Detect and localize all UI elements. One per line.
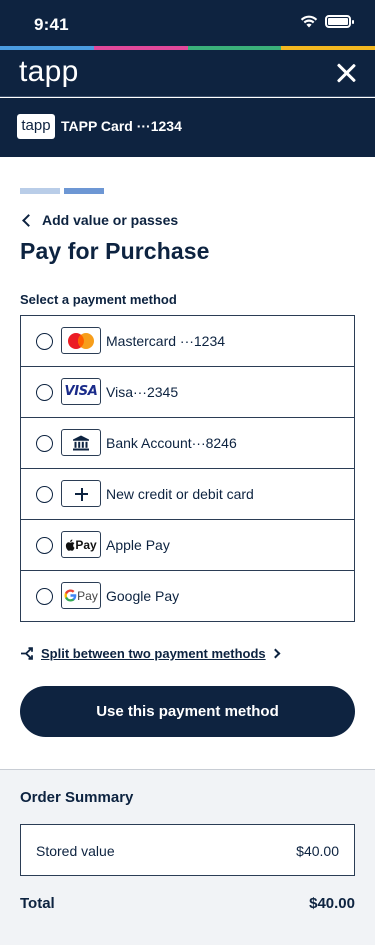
payment-method-label: Apple Pay xyxy=(106,537,170,553)
mastercard-icon xyxy=(61,327,101,354)
payment-method-new-card[interactable]: New credit or debit card xyxy=(21,469,354,520)
google-pay-icon: Pay xyxy=(61,582,101,609)
payment-method-list: Mastercard ···1234 VISA Visa···2345 Bank… xyxy=(20,315,355,622)
radio-button[interactable] xyxy=(36,588,53,605)
google-pay-text: Pay xyxy=(77,588,98,603)
radio-button[interactable] xyxy=(36,486,53,503)
payment-method-apple-pay[interactable]: Pay Apple Pay xyxy=(21,520,354,571)
total-amount: $40.00 xyxy=(309,895,355,912)
battery-icon xyxy=(325,15,354,28)
page-title: Pay for Purchase xyxy=(20,238,210,264)
payment-method-label: Visa···2345 xyxy=(106,384,179,400)
split-link-label: Split between two payment methods xyxy=(41,646,266,661)
total-label: Total xyxy=(20,895,55,912)
payment-method-label: Mastercard ···1234 xyxy=(106,333,226,349)
progress-step xyxy=(64,188,104,194)
payment-method-label: Google Pay xyxy=(106,588,180,604)
radio-button[interactable] xyxy=(36,384,53,401)
card-title: TAPP Card ···1234 xyxy=(61,118,182,134)
visa-icon: VISA xyxy=(61,378,101,405)
order-summary: Order Summary Stored value $40.00 Total … xyxy=(0,769,375,945)
apple-pay-icon: Pay xyxy=(61,531,101,558)
card-logo: tapp xyxy=(17,114,55,139)
split-icon xyxy=(21,647,33,660)
visa-logo-text: VISA xyxy=(64,384,98,399)
payment-method-bank[interactable]: Bank Account···8246 xyxy=(21,418,354,469)
order-summary-item: Stored value $40.00 xyxy=(20,824,355,876)
line-item-amount: $40.00 xyxy=(296,843,339,859)
radio-button[interactable] xyxy=(36,333,53,350)
apple-logo-icon xyxy=(66,539,75,551)
section-label: Select a payment method xyxy=(20,292,177,307)
radio-button[interactable] xyxy=(36,435,53,452)
step-progress xyxy=(20,188,104,194)
wifi-icon xyxy=(300,15,318,28)
plus-icon xyxy=(61,480,101,507)
use-payment-method-button[interactable]: Use this payment method xyxy=(20,686,355,737)
brand-logo: tapp xyxy=(19,55,79,88)
google-logo-icon xyxy=(64,589,77,602)
app-header: tapp xyxy=(0,50,375,97)
payment-method-google-pay[interactable]: Pay Google Pay xyxy=(21,571,354,621)
back-link-label: Add value or passes xyxy=(42,212,179,228)
payment-method-label: New credit or debit card xyxy=(106,486,254,502)
card-bar: tapp TAPP Card ···1234 xyxy=(0,98,375,157)
close-icon[interactable] xyxy=(335,62,357,84)
split-payment-link[interactable]: Split between two payment methods xyxy=(20,646,281,661)
line-item-label: Stored value xyxy=(36,843,115,859)
payment-method-visa[interactable]: VISA Visa···2345 xyxy=(21,367,354,418)
payment-method-label: Bank Account···8246 xyxy=(106,435,237,451)
status-bar: 9:41 xyxy=(0,0,375,46)
radio-button[interactable] xyxy=(36,537,53,554)
progress-step xyxy=(20,188,60,194)
status-time: 9:41 xyxy=(34,15,69,34)
status-icons xyxy=(300,15,354,28)
payment-method-mastercard[interactable]: Mastercard ···1234 xyxy=(21,316,354,367)
chevron-left-icon xyxy=(22,213,35,227)
chevron-right-icon xyxy=(270,648,281,659)
apple-pay-text: Pay xyxy=(75,537,97,552)
back-link[interactable]: Add value or passes xyxy=(20,212,178,228)
bank-icon xyxy=(61,429,101,456)
order-summary-title: Order Summary xyxy=(20,789,134,806)
